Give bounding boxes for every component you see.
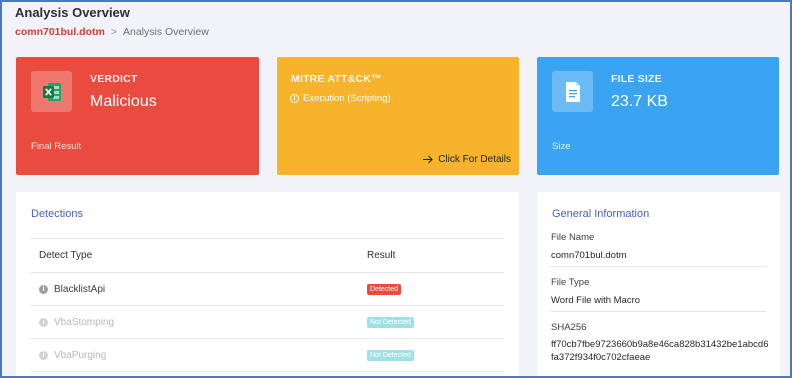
sha256-value: ff70cb7fbe9723660b9a8e46ca828b31432be1ab… [551,339,769,363]
detections-panel: Detections Detect Type Result i Blacklis… [16,192,519,376]
mitre-label: MITRE ATT&CK™ [291,73,382,85]
file-size-label: FILE SIZE [611,73,662,85]
detections-table: Detect Type Result i BlacklistApi Detect… [31,238,504,372]
file-size-value: 23.7 KB [611,93,668,110]
status-badge: Not Detected [367,317,414,328]
analysis-overview-page: Analysis Overview comn701bul.dotm > Anal… [0,0,792,378]
general-information-title: General Information [552,208,650,220]
detect-type-name: BlacklistApi [54,283,106,295]
detections-title: Detections [31,208,83,220]
verdict-value: Malicious [90,93,157,110]
file-type-value: Word File with Macro [551,295,641,306]
file-name-label: File Name [551,232,595,243]
detect-type-name: VbaStomping [54,316,115,328]
mitre-technique: i Execution (Scripting) [290,93,391,104]
table-header: Detect Type Result [31,239,504,273]
info-icon: i [39,350,48,360]
excel-file-icon [31,71,72,112]
mitre-technique-text: Execution (Scripting) [303,93,391,104]
general-information-panel: General Information File Name comn701bul… [537,192,780,376]
breadcrumb-file-link[interactable]: comn701bul.dotm [15,26,105,38]
status-badge: Detected [367,284,402,295]
page-title: Analysis Overview [15,5,130,20]
divider [551,311,766,312]
arrow-right-icon [423,155,433,164]
breadcrumb-current: Analysis Overview [123,26,209,38]
column-header-detect-type: Detect Type [39,250,93,261]
divider [551,266,766,267]
status-badge: Not Detected [367,350,414,361]
info-icon: i [290,94,299,103]
verdict-label: VERDICT [90,73,138,85]
column-header-result: Result [367,250,396,261]
click-for-details-label: Click For Details [438,154,511,165]
mitre-card: MITRE ATT&CK™ i Execution (Scripting) Cl… [277,57,519,175]
document-icon [552,71,593,112]
table-row[interactable]: i BlacklistApi Detected [31,273,504,306]
click-for-details-link[interactable]: Click For Details [423,154,511,165]
table-row[interactable]: i VbaStomping Not Detected [31,306,504,339]
info-icon: i [39,284,48,294]
file-name-value: comn701bul.dotm [551,250,627,261]
file-size-card: FILE SIZE 23.7 KB Size [537,57,779,175]
info-icon: i [39,317,48,327]
breadcrumb: comn701bul.dotm > Analysis Overview [15,26,209,38]
sha256-label: SHA256 [551,322,587,333]
file-type-label: File Type [551,277,590,288]
detect-type-name: VbaPurging [54,349,107,361]
breadcrumb-separator-icon: > [110,26,117,38]
verdict-card: VERDICT Malicious Final Result [16,57,259,175]
table-row[interactable]: i VbaPurging Not Detected [31,339,504,372]
file-size-footer: Size [552,141,571,152]
verdict-footer: Final Result [31,141,82,152]
